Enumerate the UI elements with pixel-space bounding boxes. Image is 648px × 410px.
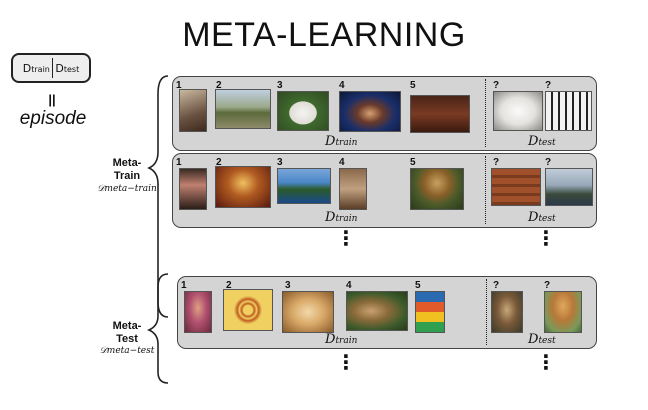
test-marker: ? <box>545 80 552 91</box>
test-image-piano-keys <box>545 91 592 131</box>
more-episodes-ellipsis: ⋮ <box>336 352 356 374</box>
d-test-label: Dtest <box>528 332 556 347</box>
image-number: 5 <box>415 280 421 291</box>
train-test-divider <box>486 279 487 345</box>
meta-test-symbol: 𝒟meta−test <box>99 346 155 356</box>
test-image-barrels <box>491 168 541 206</box>
train-image-bird <box>179 89 207 132</box>
meta-train-label: Meta- Train <box>112 157 142 182</box>
image-number: 5 <box>410 80 416 91</box>
train-image-gymnast <box>179 168 207 210</box>
train-image-carousel <box>215 166 271 208</box>
meta-test-label: Meta- Test <box>112 320 142 345</box>
test-marker: ? <box>544 280 551 291</box>
d-train-label: Dtrain <box>325 332 358 347</box>
d-test-label: Dtest <box>528 210 556 225</box>
more-episodes-ellipsis: ⋮ <box>536 352 556 374</box>
train-image-white-dog <box>277 91 329 131</box>
test-marker: ? <box>545 157 552 168</box>
d-train-symbol: Dtrain <box>22 61 50 75</box>
train-image-tank <box>215 89 271 129</box>
test-marker: ? <box>493 80 500 91</box>
test-image-bowl <box>544 291 582 333</box>
image-number: 3 <box>277 80 283 91</box>
episode-label: episode <box>19 108 87 129</box>
train-image-pretzel <box>223 289 273 331</box>
train-image-barrel <box>339 168 367 210</box>
train-image-singer <box>339 91 401 132</box>
train-test-divider <box>485 156 486 224</box>
image-number: 1 <box>181 280 187 291</box>
episode-box: Dtrain Dtest <box>11 53 91 83</box>
train-image-mushroom <box>410 168 464 210</box>
episode-box-separator <box>51 58 54 78</box>
d-train-label: Dtrain <box>325 134 358 149</box>
train-image-coastline <box>277 168 331 204</box>
test-image-white-dog <box>493 91 543 131</box>
more-episodes-ellipsis: ⋮ <box>336 228 356 250</box>
more-episodes-ellipsis: ⋮ <box>536 228 556 250</box>
test-image-lion <box>491 291 523 333</box>
equals-symbol: || <box>48 92 56 107</box>
train-image-girl <box>184 291 212 333</box>
episode-row-3: 1 2 3 4 5 ? ? Dtrain Dtest <box>177 276 597 349</box>
meta-train-symbol: 𝒟meta−train <box>97 184 157 194</box>
train-image-piano <box>410 95 470 133</box>
image-number: 4 <box>346 280 352 291</box>
image-number: 5 <box>410 157 416 168</box>
image-number: 4 <box>339 157 345 168</box>
d-test-label: Dtest <box>528 134 556 149</box>
image-number: 3 <box>277 157 283 168</box>
d-train-label: Dtrain <box>325 210 358 225</box>
image-number: 3 <box>285 280 291 291</box>
test-image-cliffs <box>545 168 593 206</box>
train-image-retriever <box>282 291 334 333</box>
page-title: META-LEARNING <box>182 16 466 54</box>
d-test-symbol: Dtest <box>55 61 80 75</box>
image-number: 4 <box>339 80 345 91</box>
episode-row-1: 1 2 3 4 5 ? ? Dtrain Dtest <box>172 76 597 151</box>
test-marker: ? <box>493 157 500 168</box>
test-marker: ? <box>493 280 500 291</box>
train-test-divider <box>485 79 486 147</box>
train-image-lion <box>346 291 408 331</box>
episode-row-2: 1 2 3 4 5 ? ? Dtrain Dtest <box>172 153 597 228</box>
image-number: 1 <box>176 157 182 168</box>
train-image-bowls <box>415 291 445 333</box>
